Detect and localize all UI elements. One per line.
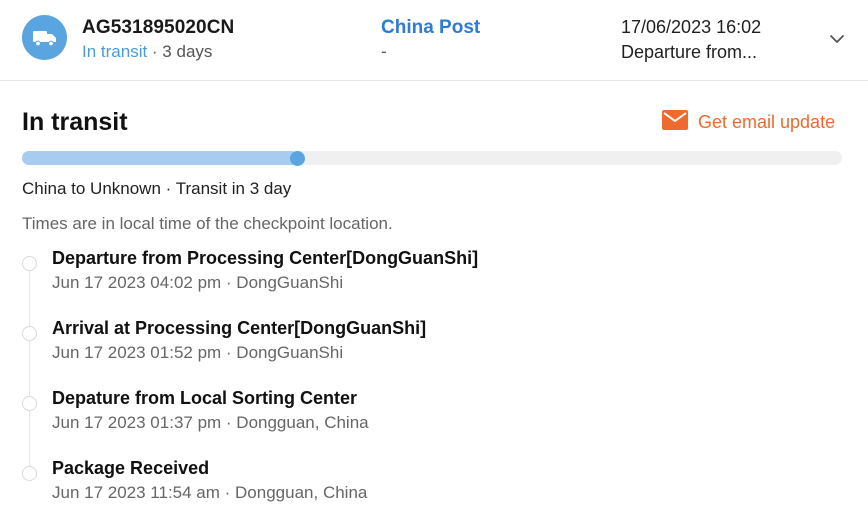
timeline-event: Arrival at Processing Center[DongGuanShi… bbox=[0, 318, 868, 378]
chevron-down-icon[interactable] bbox=[826, 28, 848, 50]
latest-event-text: Departure from... bbox=[621, 42, 758, 62]
carrier-name[interactable]: China Post bbox=[381, 17, 480, 39]
timeline-dot bbox=[22, 326, 37, 341]
envelope-icon bbox=[662, 110, 688, 135]
progress-bar bbox=[22, 150, 842, 166]
transit-duration: · 3 days bbox=[147, 42, 213, 61]
timeline-dot bbox=[22, 466, 37, 481]
event-meta: Jun 17 2023 04:02 pm · DongGuanShi bbox=[52, 273, 344, 292]
timeline-event: Depature from Local Sorting Center Jun 1… bbox=[0, 388, 868, 448]
latest-event-time: 17/06/2023 16:02 bbox=[621, 17, 762, 37]
progress-fill bbox=[22, 151, 299, 165]
tracking-number: AG531895020CN bbox=[82, 17, 235, 38]
event-meta: Jun 17 2023 01:52 pm · DongGuanShi bbox=[52, 343, 344, 362]
timeline-event: Package Received Jun 17 2023 11:54 am · … bbox=[0, 458, 868, 513]
timeline-event: Departure from Processing Center[DongGua… bbox=[0, 248, 868, 308]
event-title: Departure from Processing Center[DongGua… bbox=[52, 248, 479, 268]
email-update-button[interactable]: Get email update bbox=[662, 110, 835, 135]
status-summary: In transit · 3 days bbox=[82, 42, 212, 62]
status-label: In transit bbox=[82, 42, 148, 61]
email-update-label: Get email update bbox=[698, 112, 836, 132]
timeline-dot bbox=[22, 256, 37, 271]
timeline-dot bbox=[22, 396, 37, 411]
event-title: Depature from Local Sorting Center bbox=[52, 388, 358, 408]
event-title: Arrival at Processing Center[DongGuanShi… bbox=[52, 318, 427, 338]
timezone-note: Times are in local time of the checkpoin… bbox=[22, 214, 393, 233]
shipment-header[interactable]: AG531895020CN In transit · 3 days China … bbox=[0, 0, 868, 81]
progress-marker bbox=[290, 150, 306, 166]
truck-icon bbox=[22, 15, 67, 60]
detail-title: In transit bbox=[22, 108, 128, 136]
carrier-subtext: - bbox=[381, 42, 387, 61]
event-meta: Jun 17 2023 11:54 am · Dongguan, China bbox=[52, 483, 368, 502]
event-meta: Jun 17 2023 01:37 pm · Dongguan, China bbox=[52, 413, 369, 432]
route-summary: China to Unknown · Transit in 3 day bbox=[22, 179, 292, 198]
event-title: Package Received bbox=[52, 458, 210, 478]
